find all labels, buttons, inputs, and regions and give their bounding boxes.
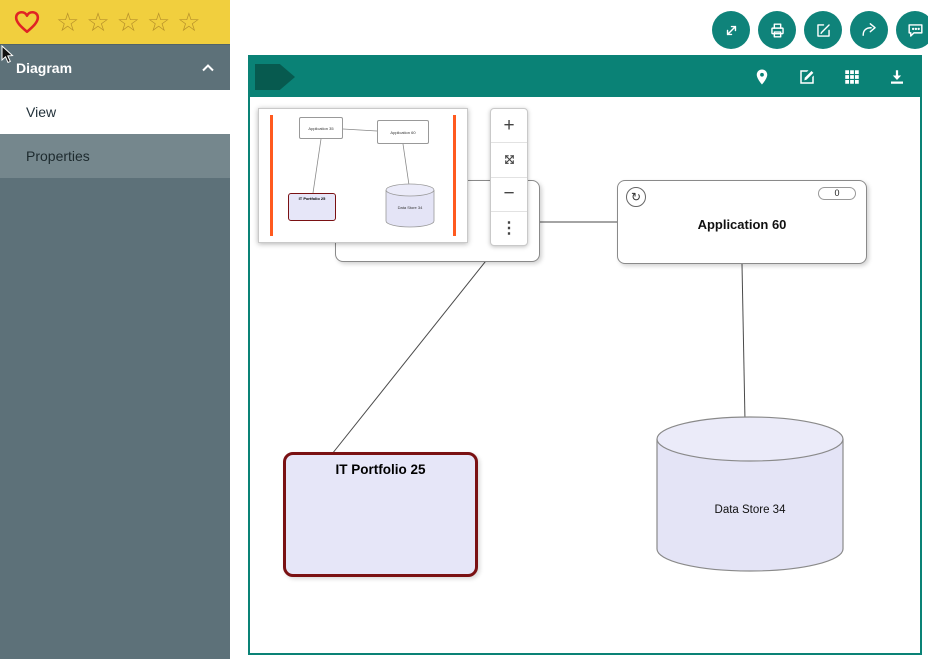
- sidebar-item-properties[interactable]: Properties: [0, 134, 230, 178]
- minimap-node: Application 35: [299, 117, 343, 139]
- node-badge: 0: [818, 187, 856, 200]
- node-it-portfolio-25[interactable]: IT Portfolio 25: [283, 452, 478, 577]
- grid-view-icon[interactable]: [843, 68, 861, 86]
- zoom-in-button[interactable]: +: [491, 109, 527, 142]
- star-icon[interactable]: ☆: [117, 9, 140, 35]
- star-icon[interactable]: ☆: [56, 9, 79, 35]
- fit-screen-icon: [502, 152, 517, 167]
- location-pin-icon[interactable]: [753, 68, 771, 86]
- top-action-bar: [712, 11, 928, 49]
- node-label: IT Portfolio 25: [286, 462, 475, 477]
- sidebar-section-diagram[interactable]: Diagram: [0, 44, 230, 90]
- print-icon: [768, 21, 787, 40]
- more-options-button[interactable]: ⋮: [491, 211, 527, 245]
- zoom-controls: + − ⋮: [490, 108, 528, 246]
- edit-diagram-icon[interactable]: [798, 68, 816, 86]
- minimap-node-cylinder: Data Store 34: [385, 183, 435, 229]
- share-button[interactable]: [850, 11, 888, 49]
- diagram-canvas[interactable]: ↻ 0 Application 60 IT Portfolio 25 Data …: [250, 97, 920, 653]
- comment-button[interactable]: [896, 11, 928, 49]
- zoom-out-button[interactable]: −: [491, 177, 527, 211]
- svg-text:Data Store 34: Data Store 34: [398, 205, 423, 210]
- sidebar-item-label: Properties: [26, 148, 90, 164]
- node-label: Application 60: [618, 217, 866, 232]
- minimap-node: IT Portfolio 25: [288, 193, 336, 221]
- fit-screen-button[interactable]: [491, 142, 527, 176]
- node-label: Data Store 34: [715, 504, 787, 516]
- star-icon[interactable]: ☆: [177, 9, 200, 35]
- node-application-60[interactable]: ↻ 0 Application 60: [617, 180, 867, 264]
- flag-arrow-icon: [255, 64, 295, 90]
- edit-button[interactable]: [804, 11, 842, 49]
- node-data-store-34[interactable]: Data Store 34: [655, 415, 845, 575]
- download-icon[interactable]: [888, 68, 906, 86]
- section-label: Diagram: [16, 60, 72, 76]
- app-window: ☆ ☆ ☆ ☆ ☆ Diagram View Properties: [0, 0, 928, 659]
- minimap-edges: [259, 109, 469, 244]
- favorites-bar: ☆ ☆ ☆ ☆ ☆: [0, 0, 230, 44]
- star-icon[interactable]: ☆: [147, 9, 170, 35]
- chevron-up-icon: [202, 64, 214, 72]
- minimap-node: Application 60: [377, 120, 429, 144]
- star-icon[interactable]: ☆: [86, 9, 109, 35]
- sidebar: ☆ ☆ ☆ ☆ ☆ Diagram View Properties: [0, 0, 230, 659]
- fullscreen-icon: [722, 21, 741, 40]
- sidebar-item-label: View: [26, 104, 56, 120]
- star-rating: ☆ ☆ ☆ ☆ ☆: [56, 9, 201, 35]
- viewer-toolbar: [250, 57, 920, 97]
- sidebar-item-view[interactable]: View: [0, 90, 230, 134]
- comment-icon: [906, 21, 925, 40]
- heart-icon[interactable]: [14, 10, 40, 34]
- share-forward-icon: [860, 21, 879, 40]
- diagram-viewer: ↻ 0 Application 60 IT Portfolio 25 Data …: [248, 55, 922, 655]
- minimap-panel[interactable]: Application 35 Application 60 IT Portfol…: [258, 108, 468, 243]
- edit-icon: [814, 21, 833, 40]
- fullscreen-button[interactable]: [712, 11, 750, 49]
- component-icon: ↻: [626, 187, 646, 207]
- print-button[interactable]: [758, 11, 796, 49]
